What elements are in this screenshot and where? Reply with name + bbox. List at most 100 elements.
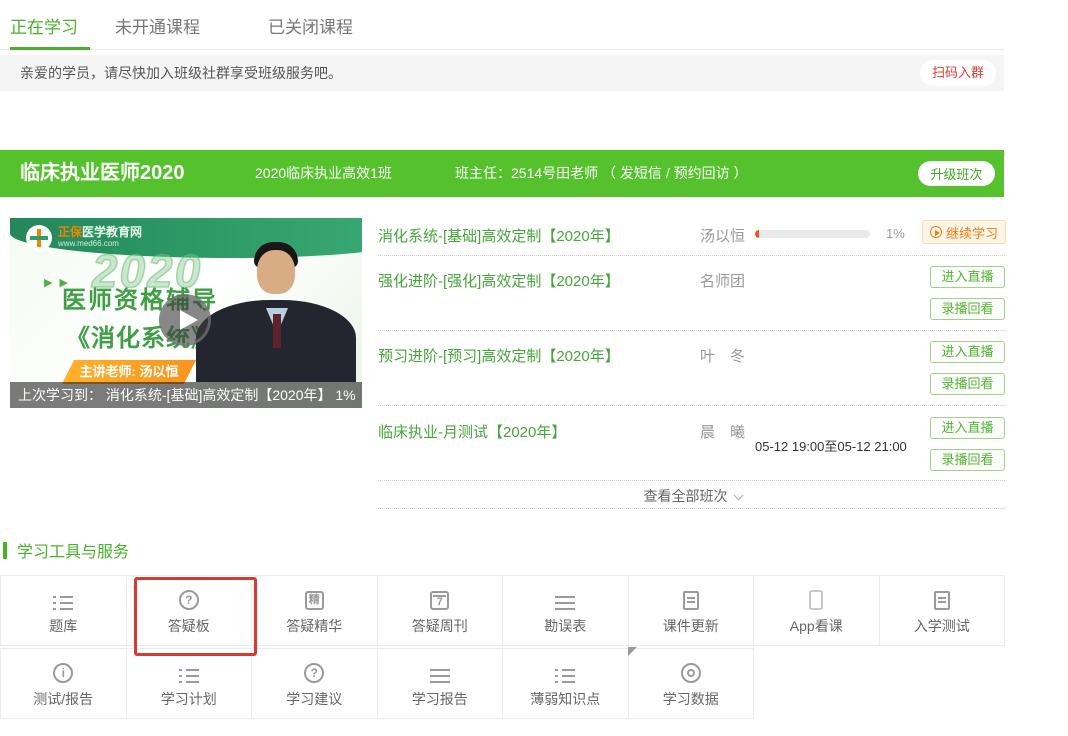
last-learned-video-thumbnail[interactable]: 正保医学教育网 www.med66.com 2020 ▶ ▶ 医师资格辅导 《消… [10,218,362,408]
tool-label: 学习报告 [378,689,503,709]
page: 正在学习 未开通课程 已关闭课程 亲爱的学员，请尽快加入班级社群享受班级服务吧。… [0,0,1068,736]
enter-live-button[interactable]: 进入直播 [930,417,1005,439]
tool-study-report[interactable]: 学习报告 [378,649,504,718]
view-all-label: 查看全部班次 [644,488,728,504]
course-teacher: 汤以恒 [700,225,745,246]
course-title[interactable]: 消化系统-[基础]高效定制【2020年】 [378,225,620,246]
tool-label: 学习建议 [252,689,377,709]
replay-button[interactable]: 录播回看 [930,449,1005,471]
tool-question-bank[interactable]: 题库 [1,576,127,645]
tool-qa-essence[interactable]: 答疑精华 [252,576,378,645]
tools-section-title: 学习工具与服务 [0,538,129,562]
resume-learning-label: 继续学习 [946,223,998,242]
tool-label: 勘误表 [503,616,628,636]
tools-grid-row2: 测试/报告 学习计划 学习建议 学习报告 薄弱知识点 学习数据 [0,648,754,719]
tool-entrance-test[interactable]: 入学测试 [880,576,1006,645]
resume-learning-button[interactable]: 继续学习 [922,220,1006,244]
course-progress-fill [755,230,759,238]
tool-label: 测试/报告 [1,689,126,709]
course-teacher: 晨 曦 [700,421,745,442]
chevron-down-icon [733,490,743,500]
essence-badge-icon [305,591,324,610]
teacher-photo [196,242,356,382]
tool-label: 课件更新 [629,616,754,636]
courseware-doc-icon [683,591,699,610]
tool-study-advice[interactable]: 学习建议 [252,649,378,718]
tool-test-report[interactable]: 测试/报告 [1,649,127,718]
course-progress-bar [755,230,870,238]
tool-courseware-update[interactable]: 课件更新 [629,576,755,645]
tool-label: 题库 [1,616,126,636]
menu-lines-icon [555,596,575,610]
teacher-photo-face [257,250,295,294]
row-divider [378,508,1005,509]
replay-button[interactable]: 录播回看 [930,298,1005,320]
question-circle-icon [179,590,199,610]
row-divider [378,405,1005,406]
course-teacher: 名师团 [700,270,745,291]
row-divider [378,330,1005,331]
info-circle-icon [53,663,73,683]
enter-live-button[interactable]: 进入直播 [930,266,1005,288]
course-title[interactable]: 临床执业-月测试【2020年】 [378,421,566,442]
replay-button[interactable]: 录播回看 [930,373,1005,395]
corner-triangle-marker [628,647,637,656]
phone-icon [809,590,823,610]
tab-learning[interactable]: 正在学习 [10,13,78,38]
tool-label: 学习数据 [629,689,754,709]
row-divider [378,255,1005,256]
list-icon [179,669,199,683]
view-all-classes[interactable]: 查看全部班次 [378,486,1005,506]
tools-grid-row1: 题库 答疑板 答疑精华 答疑周刊 勘误表 课件更新 App看课 入学测试 [0,575,1005,646]
exam-doc-icon [934,591,950,610]
enter-live-button[interactable]: 进入直播 [930,341,1005,363]
tools-section-label: 学习工具与服务 [17,538,129,562]
tool-app-watch[interactable]: App看课 [754,576,880,645]
notice-text: 亲爱的学员，请尽快加入班级社群享受班级服务吧。 [20,55,342,91]
play-circle-icon [930,226,942,238]
scan-qr-join-group-button[interactable]: 扫码入群 [920,60,996,86]
tool-label: App看课 [754,616,879,636]
course-live-time: 05-12 19:00至05-12 21:00 [755,436,907,455]
brand-prefix: 正保 [58,225,82,239]
class-subtitle: 2020临床执业高效1班 [255,150,392,197]
tool-weak-points[interactable]: 薄弱知识点 [503,649,629,718]
tab-closed[interactable]: 已关闭课程 [268,13,353,38]
tool-label: 答疑周刊 [378,616,503,636]
row-divider [378,480,1005,481]
tool-qa-weekly[interactable]: 答疑周刊 [378,576,504,645]
course-status-tabs: 正在学习 未开通课程 已关闭课程 [0,0,1004,50]
target-icon [681,663,701,683]
section-accent-bar [3,542,7,559]
active-tab-underline [10,47,90,50]
med66-logo-icon [26,225,52,251]
tool-label: 学习计划 [127,689,252,709]
tool-label: 答疑精华 [252,616,377,636]
upgrade-class-button[interactable]: 升级班次 [918,161,995,186]
course-title[interactable]: 强化进阶-[强化]高效定制【2020年】 [378,270,620,291]
calendar-week-icon [430,591,449,610]
teacher-photo-tie [273,314,281,348]
tool-label: 答疑板 [127,616,252,636]
teacher-badge: 主讲老师: 汤以恒 [62,360,196,384]
tool-errata[interactable]: 勘误表 [503,576,629,645]
list-icon [555,669,575,683]
tool-study-plan[interactable]: 学习计划 [127,649,253,718]
course-teacher: 叶 冬 [700,345,745,366]
course-list: 消化系统-[基础]高效定制【2020年】 汤以恒 1% 继续学习 强化进阶-[强… [378,210,1005,520]
brand-name: 医学教育网 [82,225,142,239]
tab-not-opened[interactable]: 未开通课程 [115,13,200,38]
course-title[interactable]: 预习进阶-[预习]高效定制【2020年】 [378,345,620,366]
notice-bar: 亲爱的学员，请尽快加入班级社群享受班级服务吧。 扫码入群 [0,55,1004,91]
course-progress-label: 1% [886,226,905,241]
play-icon[interactable] [159,294,211,346]
class-card-header: 临床执业医师2020 2020临床执业高效1班 班主任：2514号田老师 （ 发… [0,150,1004,197]
tool-label: 薄弱知识点 [503,689,628,709]
tool-study-data[interactable]: 学习数据 [629,649,755,718]
question-circle-icon [304,663,324,683]
tool-qa-board[interactable]: 答疑板 [127,576,253,645]
menu-lines-icon [430,669,450,683]
tool-label: 入学测试 [880,616,1005,636]
class-advisor-links[interactable]: 班主任：2514号田老师 （ 发短信 / 预约回访 ） [455,150,747,197]
list-icon [53,596,73,610]
